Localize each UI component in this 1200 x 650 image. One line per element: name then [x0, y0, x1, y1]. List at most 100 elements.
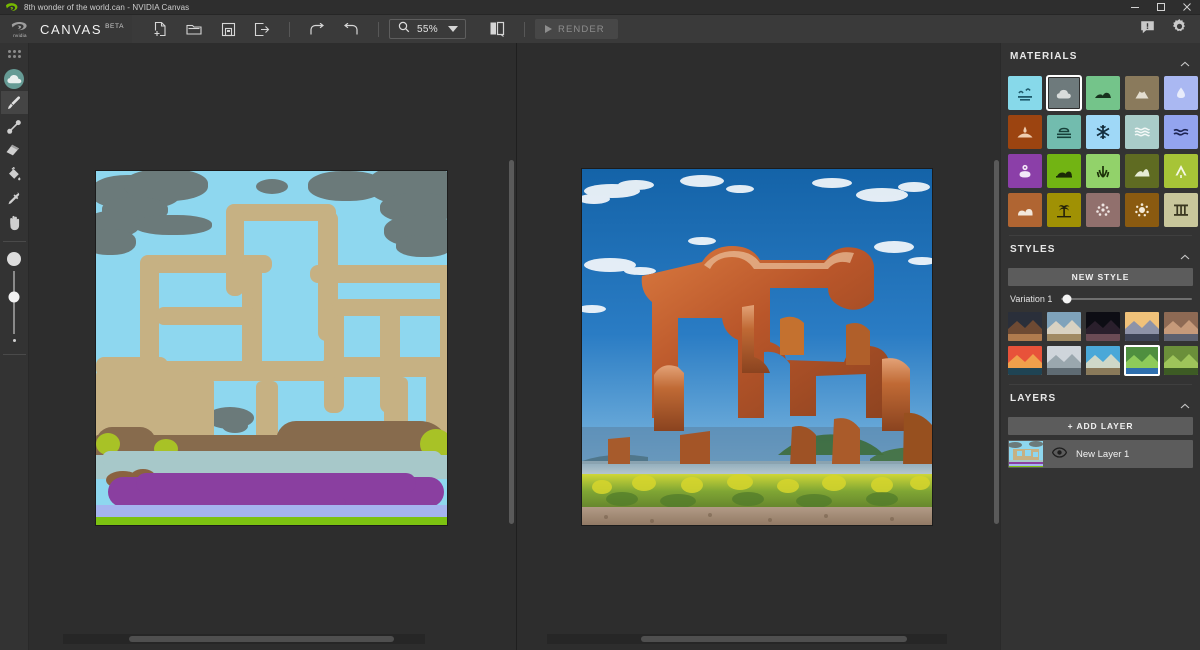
flower-icon: [1019, 164, 1031, 178]
style-thumb-7[interactable]: [1047, 346, 1081, 375]
left-pane-vscrollbar[interactable]: [509, 160, 514, 524]
new-file-button[interactable]: [143, 15, 177, 43]
brush-size-preview: [7, 252, 21, 266]
material-swatch-dirt[interactable]: [1125, 193, 1159, 227]
layers-panel-header[interactable]: LAYERS: [1001, 385, 1200, 412]
caret-down-icon[interactable]: [448, 26, 458, 32]
eye-icon[interactable]: [1051, 445, 1068, 463]
material-swatch-plant[interactable]: [1086, 154, 1120, 188]
zoom-control[interactable]: 55%: [389, 19, 466, 39]
rendered-pane[interactable]: [517, 43, 1000, 650]
right-pane-hscrollbar[interactable]: [641, 636, 907, 642]
fog-icon: [1057, 127, 1071, 139]
style-thumb-2[interactable]: [1047, 312, 1081, 341]
pane-divider[interactable]: [516, 43, 517, 650]
main-toolbar: nvidia CANVAS BETA 55% RENDER: [0, 15, 1200, 43]
segmentation-pane[interactable]: [29, 43, 516, 650]
material-swatch-flowers[interactable]: [1008, 154, 1042, 188]
rendered-image: [582, 169, 932, 525]
material-swatch-snow[interactable]: [1086, 115, 1120, 149]
material-swatch-mountain[interactable]: [1125, 76, 1159, 110]
layer-thumbnail: [1009, 441, 1043, 467]
brush-size-handle[interactable]: [8, 291, 20, 303]
file-actions-group: [143, 15, 279, 43]
style-thumb-5[interactable]: [1164, 312, 1198, 341]
material-swatch-river[interactable]: [1164, 115, 1198, 149]
new-style-button[interactable]: NEW STYLE: [1008, 268, 1193, 286]
style-thumb-6[interactable]: [1008, 346, 1042, 375]
material-swatch-island[interactable]: [1047, 193, 1081, 227]
chevron-up-icon[interactable]: [1180, 396, 1190, 408]
paint-bucket-tool[interactable]: [1, 163, 28, 186]
hill-icon: [1134, 169, 1150, 177]
canvas-work-area: [29, 43, 1000, 650]
save-file-button[interactable]: [211, 15, 245, 43]
toolbar-divider-3: [524, 21, 525, 37]
brush-size-slider[interactable]: [7, 252, 21, 342]
minimize-button[interactable]: [1122, 0, 1148, 15]
rendered-canvas[interactable]: [581, 168, 933, 526]
add-layer-label: + ADD LAYER: [1067, 421, 1134, 431]
render-button[interactable]: RENDER: [535, 19, 618, 39]
app-name: CANVAS: [40, 21, 103, 37]
redo-button[interactable]: [334, 15, 368, 43]
add-layer-button[interactable]: + ADD LAYER: [1008, 417, 1193, 435]
material-swatch-sand[interactable]: [1086, 193, 1120, 227]
segmentation-canvas[interactable]: [95, 170, 448, 526]
styles-panel-header[interactable]: STYLES: [1001, 236, 1200, 263]
left-pane-hscrollbar[interactable]: [129, 636, 394, 642]
eyedropper-tool[interactable]: [1, 187, 28, 210]
undo-button[interactable]: [300, 15, 334, 43]
zoom-level-value: 55%: [417, 23, 438, 35]
material-swatch-rock[interactable]: [1008, 193, 1042, 227]
material-swatch-hill[interactable]: [1125, 154, 1159, 188]
paintbrush-tool[interactable]: [0, 91, 28, 114]
style-thumb-8[interactable]: [1086, 346, 1120, 375]
materials-panel-header[interactable]: MATERIALS: [1001, 43, 1200, 70]
gear-icon[interactable]: [1171, 18, 1188, 40]
toolbar-divider-2: [378, 21, 379, 37]
eraser-tool[interactable]: [1, 139, 28, 162]
material-swatch-grass[interactable]: [1047, 154, 1081, 188]
style-thumb-1[interactable]: [1008, 312, 1042, 341]
open-file-button[interactable]: [177, 15, 211, 43]
brush-size-track[interactable]: [8, 271, 20, 334]
export-file-button[interactable]: [245, 15, 279, 43]
line-tool[interactable]: [1, 115, 28, 138]
material-swatch-sea[interactable]: [1125, 115, 1159, 149]
split-view-button[interactable]: [480, 15, 514, 43]
nvidia-wordmark: nvidia: [13, 32, 27, 38]
pan-tool[interactable]: [1, 211, 28, 234]
layer-row[interactable]: New Layer 1: [1008, 440, 1193, 468]
variation-slider[interactable]: [1061, 294, 1192, 304]
close-button[interactable]: [1174, 0, 1200, 15]
right-pane-vscrollbar[interactable]: [994, 160, 999, 524]
right-dock: MATERIALS STYLES NEW STYLE Variation 1 L…: [1000, 43, 1200, 650]
chevron-up-icon[interactable]: [1180, 247, 1190, 259]
style-thumb-4[interactable]: [1125, 312, 1159, 341]
maximize-button[interactable]: [1148, 0, 1174, 15]
style-thumb-3[interactable]: [1086, 312, 1120, 341]
material-swatch-cloud[interactable]: [1046, 75, 1082, 111]
drag-grip-icon[interactable]: [7, 50, 21, 59]
nvidia-eye-logo-icon: nvidia: [7, 18, 33, 40]
feedback-chat-icon[interactable]: [1140, 20, 1155, 39]
material-swatch-fire[interactable]: [1008, 115, 1042, 149]
style-thumb-10[interactable]: [1164, 346, 1198, 375]
window-title-bar: 8th wonder of the world.can - NVIDIA Can…: [0, 0, 1200, 15]
material-swatch-water[interactable]: [1164, 76, 1198, 110]
sand-speckle-icon: [1096, 203, 1110, 216]
toolbar-right-group: [1140, 18, 1200, 40]
current-material-chip[interactable]: [1, 67, 28, 90]
variation-slider-handle[interactable]: [1062, 294, 1072, 304]
style-thumb-9[interactable]: [1124, 345, 1160, 376]
material-swatch-tree[interactable]: [1164, 154, 1198, 188]
fire-icon: [1017, 126, 1033, 138]
sea-waves-icon: [1134, 127, 1150, 137]
material-swatch-ruins[interactable]: [1164, 193, 1198, 227]
material-swatch-sky[interactable]: [1008, 76, 1042, 110]
river-icon: [1173, 128, 1189, 136]
chevron-up-icon[interactable]: [1180, 54, 1190, 66]
material-swatch-fog[interactable]: [1047, 115, 1081, 149]
material-swatch-bush[interactable]: [1086, 76, 1120, 110]
